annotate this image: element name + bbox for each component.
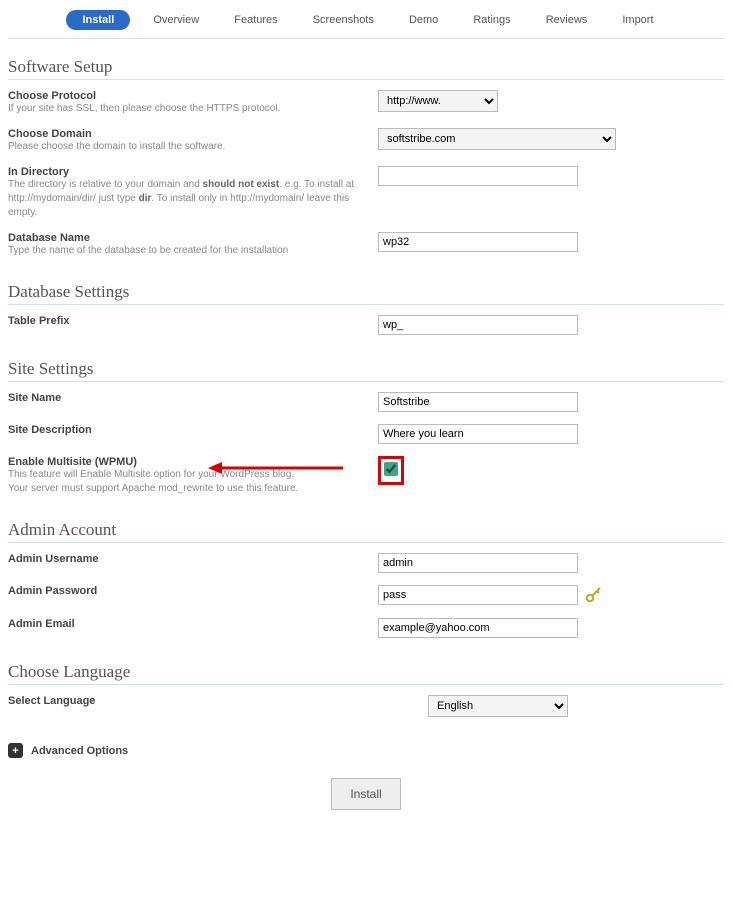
directory-input[interactable] (378, 166, 578, 186)
admin-email-label: Admin Email (8, 618, 368, 630)
protocol-help: If your site has SSL, then please choose… (8, 102, 368, 116)
install-button[interactable]: Install (331, 778, 400, 810)
lang-select[interactable]: English (428, 695, 568, 717)
sitename-label: Site Name (8, 392, 368, 404)
tab-bar: Install Overview Features Screenshots De… (8, 0, 724, 39)
admin-pass-label: Admin Password (8, 585, 368, 597)
section-site-settings: Site Settings (8, 359, 724, 382)
protocol-label: Choose Protocol (8, 90, 368, 102)
arrow-annotation-icon (208, 458, 358, 478)
sitedesc-label: Site Description (8, 424, 368, 436)
dbname-help: Type the name of the database to be crea… (8, 244, 368, 258)
admin-email-input[interactable] (378, 618, 578, 638)
section-database-settings: Database Settings (8, 282, 724, 305)
admin-pass-input[interactable] (378, 585, 578, 605)
prefix-input[interactable] (378, 315, 578, 335)
tab-screenshots[interactable]: Screenshots (301, 10, 386, 30)
admin-user-input[interactable] (378, 553, 578, 573)
protocol-select[interactable]: http://www. (378, 90, 498, 112)
key-icon[interactable] (585, 585, 603, 606)
prefix-label: Table Prefix (8, 315, 368, 327)
section-choose-language: Choose Language (8, 662, 724, 685)
tab-reviews[interactable]: Reviews (534, 10, 600, 30)
multisite-help2: Your server must support Apache mod_rewr… (8, 482, 368, 496)
dbname-input[interactable] (378, 232, 578, 252)
section-software-setup: Software Setup (8, 57, 724, 80)
multisite-highlight-box (378, 456, 404, 485)
dbname-label: Database Name (8, 232, 368, 244)
tab-features[interactable]: Features (222, 10, 289, 30)
tab-import[interactable]: Import (610, 10, 665, 30)
lang-label: Select Language (8, 695, 368, 707)
domain-select[interactable]: softstribe.com (378, 128, 616, 150)
tab-ratings[interactable]: Ratings (461, 10, 522, 30)
tab-demo[interactable]: Demo (397, 10, 450, 30)
tab-install[interactable]: Install (66, 10, 130, 30)
multisite-checkbox[interactable] (384, 462, 398, 476)
sitedesc-input[interactable] (378, 424, 578, 444)
plus-icon: + (8, 743, 23, 758)
section-admin-account: Admin Account (8, 520, 724, 543)
directory-help: The directory is relative to your domain… (8, 178, 368, 220)
tab-overview[interactable]: Overview (141, 10, 211, 30)
sitename-input[interactable] (378, 392, 578, 412)
domain-help: Please choose the domain to install the … (8, 140, 368, 154)
advanced-options-toggle[interactable]: + Advanced Options (8, 743, 724, 758)
admin-user-label: Admin Username (8, 553, 368, 565)
advanced-options-label: Advanced Options (31, 745, 128, 757)
domain-label: Choose Domain (8, 128, 368, 140)
directory-label: In Directory (8, 166, 368, 178)
